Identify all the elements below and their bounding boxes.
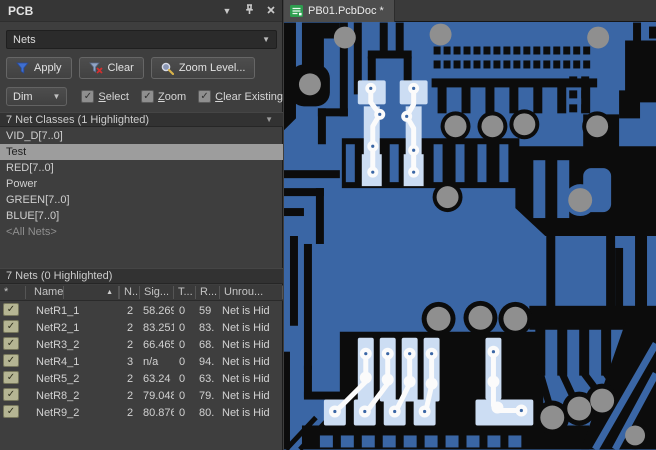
pcb-canvas[interactable] — [284, 22, 656, 450]
net-class-item[interactable]: BLUE[7..0] — [0, 208, 283, 224]
row-checkbox[interactable]: ✓ — [3, 353, 19, 367]
net-class-item[interactable]: RED[7..0] — [0, 160, 283, 176]
net-name: NetR3_2 — [36, 338, 80, 351]
document-tabbar: PB01.PcbDoc * — [284, 0, 656, 22]
panel-title: PCB — [8, 3, 34, 18]
row-checkbox[interactable]: ✓ — [3, 302, 19, 316]
table-row[interactable]: ✓ NetR9_2 2 80.876 0 80. Net is Hid — [0, 404, 283, 421]
net-classes-header[interactable]: 7 Net Classes (1 Highlighted) ▼ — [0, 112, 283, 127]
table-row[interactable]: ✓ NetR1_1 2 58.269 0 59 Net is Hid — [0, 302, 283, 319]
row-checkbox[interactable]: ✓ — [3, 404, 19, 418]
col-name[interactable]: Name ▲ — [26, 286, 120, 299]
apply-button[interactable]: Apply — [6, 57, 72, 79]
nets-header[interactable]: 7 Nets (0 Highlighted) — [0, 268, 283, 284]
zoom-level-button[interactable]: Zoom Level... — [150, 57, 256, 79]
row-checkbox[interactable]: ✓ — [3, 370, 19, 384]
table-row[interactable]: ✓ NetR8_2 2 79.048 0 79. Net is Hid — [0, 387, 283, 404]
altium-window: PCB ▼ Nets ▼ Apply Clear Zoom Level... D… — [0, 0, 656, 450]
row-checkbox[interactable]: ✓ — [3, 387, 19, 401]
col-routed[interactable]: R... — [196, 286, 220, 299]
checkbox-check-icon: ✓ — [198, 90, 212, 103]
col-signal[interactable]: Sig... — [140, 286, 174, 299]
net-name: NetR5_2 — [36, 372, 80, 385]
select-checkbox[interactable]: ✓ Select — [81, 90, 129, 103]
col-unrouted[interactable]: Unrou... — [220, 286, 283, 299]
checkbox-check-icon: ✓ — [140, 90, 154, 103]
row-checkbox[interactable]: ✓ — [3, 336, 19, 350]
pcb-panel: PCB ▼ Nets ▼ Apply Clear Zoom Level... D… — [0, 0, 283, 450]
mode-dropdown-value: Nets — [13, 33, 36, 46]
option-checkboxes: ✓ Select ✓ Zoom ✓ Clear Existing — [81, 90, 283, 103]
apply-funnel-icon — [16, 62, 29, 74]
net-classes-list: VID_D[7..0] Test RED[7..0] Power GREEN[7… — [0, 128, 283, 240]
table-row[interactable]: ✓ NetR3_2 2 66.465 0 68. Net is Hid — [0, 336, 283, 353]
panel-titlebar[interactable]: PCB ▼ — [0, 0, 282, 22]
net-name: NetR1_1 — [36, 304, 80, 317]
panel-close-icon[interactable] — [260, 5, 282, 16]
section-collapse-icon: ▼ — [265, 115, 273, 124]
nets-table: ✓ NetR1_1 2 58.269 0 59 Net is Hid ✓ Net… — [0, 302, 283, 421]
chevron-down-icon: ▼ — [52, 92, 61, 101]
table-row[interactable]: ✓ NetR5_2 2 63.24 0 63. Net is Hid — [0, 370, 283, 387]
table-row[interactable]: ✓ NetR4_1 3 n/a 0 94. Net is Hid — [0, 353, 283, 370]
col-nodes[interactable]: N.. — [120, 286, 140, 299]
pcb-layout-view — [284, 22, 656, 450]
checkbox-check-icon: ✓ — [81, 90, 95, 103]
net-class-item[interactable]: Test — [0, 144, 283, 160]
panel-toolbar: Apply Clear Zoom Level... — [6, 57, 256, 79]
nets-table-header: * Name ▲ N.. Sig... T... R... Unrou... — [0, 285, 283, 301]
panel-menu-arrow-icon[interactable]: ▼ — [216, 6, 238, 16]
clear-existing-checkbox[interactable]: ✓ Clear Existing — [198, 90, 283, 103]
net-name: NetR8_2 — [36, 389, 80, 402]
clear-funnel-icon — [88, 62, 103, 74]
dim-dropdown[interactable]: Dim ▼ — [6, 87, 68, 106]
net-name: NetR4_1 — [36, 355, 80, 368]
sort-ascending-icon: ▲ — [102, 286, 119, 299]
net-class-item[interactable]: <All Nets> — [0, 224, 283, 240]
table-row[interactable]: ✓ NetR2_1 2 83.251 0 83. Net is Hid — [0, 319, 283, 336]
net-class-item[interactable]: GREEN[7..0] — [0, 192, 283, 208]
pcbdoc-icon — [290, 5, 303, 17]
zoom-checkbox[interactable]: ✓ Zoom — [140, 90, 186, 103]
clear-button[interactable]: Clear — [78, 57, 144, 79]
col-check[interactable]: * — [0, 286, 26, 299]
row-checkbox[interactable]: ✓ — [3, 319, 19, 333]
col-t[interactable]: T... — [174, 286, 196, 299]
panel-pin-icon[interactable] — [238, 4, 260, 17]
net-class-item[interactable]: Power — [0, 176, 283, 192]
net-name: NetR9_2 — [36, 406, 80, 419]
net-name: NetR2_1 — [36, 321, 80, 334]
magnifier-icon — [161, 62, 174, 75]
net-class-item[interactable]: VID_D[7..0] — [0, 128, 283, 144]
chevron-down-icon: ▼ — [262, 35, 270, 44]
mode-dropdown[interactable]: Nets ▼ — [6, 30, 277, 49]
tab-pb01-pcbdoc[interactable]: PB01.PcbDoc * — [284, 0, 395, 22]
dim-row: Dim ▼ ✓ Select ✓ Zoom ✓ Clear Existing — [6, 87, 283, 106]
editor-area: PB01.PcbDoc * — [284, 0, 656, 450]
